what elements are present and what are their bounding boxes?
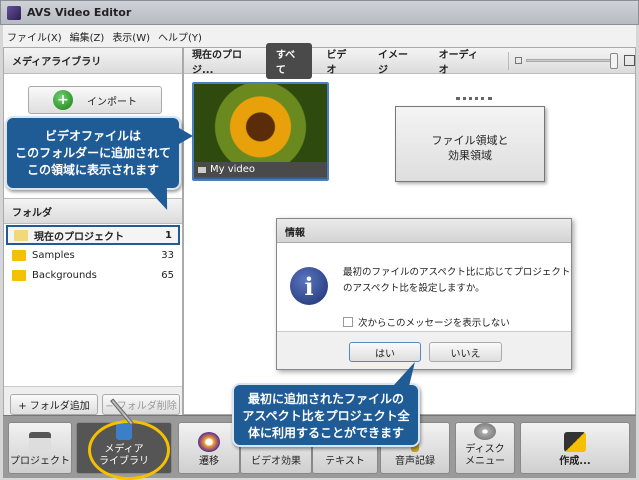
- video-thumbnail[interactable]: My video: [192, 82, 329, 181]
- current-project-label: 現在のプロジ...: [192, 49, 242, 76]
- annotation-note: ファイル領域と 効果領域: [395, 97, 545, 182]
- video-camera-icon: [198, 166, 206, 173]
- file-area-header: 現在のプロジ... すべて ビデオ イメージ オーディオ: [184, 42, 635, 79]
- create-arrow-icon: [564, 432, 586, 452]
- spiral-binding: [456, 97, 492, 113]
- tab-image[interactable]: イメージ: [368, 43, 425, 79]
- info-dialog: 情報 i 最初のファイルのアスペクト比に応じてプロジェクト のアスペクト比を設定…: [276, 218, 572, 370]
- large-thumbnail-icon: [624, 55, 635, 66]
- project-button[interactable]: プロジェクト: [8, 422, 72, 474]
- plus-icon: +: [53, 90, 73, 110]
- transition-swirl-icon: [198, 432, 220, 452]
- callout-line: このフォルダーに追加されて: [15, 146, 171, 160]
- no-button[interactable]: いいえ: [429, 342, 502, 362]
- callout-folder: ビデオファイルはこのフォルダーに追加されて この領域に表示されます: [5, 116, 181, 190]
- menu-view[interactable]: 表示(W): [112, 29, 150, 44]
- dialog-title: 情報: [277, 219, 571, 243]
- window-title: AVS Video Editor: [27, 6, 132, 19]
- folder-item-current-project[interactable]: 現在のプロジェクト 1: [6, 225, 180, 245]
- slider-handle[interactable]: [610, 53, 618, 69]
- callout-line: ビデオファイルは: [44, 129, 141, 143]
- folder-item[interactable]: Samples 33: [6, 245, 180, 265]
- checkbox[interactable]: [343, 317, 353, 327]
- yes-button[interactable]: はい: [349, 342, 421, 362]
- dialog-message: 最初のファイルのアスペクト比に応じてプロジェクト: [343, 267, 571, 278]
- folder-icon: [12, 249, 26, 261]
- small-thumbnail-icon: [515, 57, 522, 64]
- tab-video[interactable]: ビデオ: [316, 43, 364, 79]
- dont-show-checkbox-row[interactable]: 次からこのメッセージを表示しない: [343, 315, 510, 329]
- zoom-slider[interactable]: [526, 53, 618, 69]
- disc-icon: [474, 423, 496, 440]
- thumbnail-image: [194, 84, 327, 162]
- add-folder-button[interactable]: + フォルダ追加: [10, 394, 98, 415]
- info-icon: i: [290, 267, 328, 305]
- tab-all[interactable]: すべて: [265, 42, 313, 79]
- highlight-ring: [88, 420, 170, 480]
- title-bar: AVS Video Editor: [0, 0, 639, 25]
- panel-title: メディアライブラリ: [4, 48, 182, 74]
- transitions-button[interactable]: 遷移: [178, 422, 240, 474]
- app-icon: [7, 5, 21, 20]
- create-button[interactable]: 作成...: [520, 422, 630, 474]
- dialog-message: のアスペクト比を設定しますか。: [343, 283, 485, 294]
- menu-file[interactable]: ファイル(X): [7, 29, 62, 44]
- folder-icon: [12, 269, 26, 281]
- folder-item[interactable]: Backgrounds 65: [6, 265, 180, 285]
- callout-line: アスペクト比をプロジェクト全: [242, 409, 410, 423]
- callout-line: 最初に追加されたファイルの: [247, 392, 404, 406]
- callout-line: この領域に表示されます: [26, 163, 159, 177]
- tab-audio[interactable]: オーディオ: [429, 43, 494, 79]
- callout-tail: [179, 128, 193, 144]
- callout-aspect: 最初に追加されたファイルの アスペクト比をプロジェクト全 体に利用することができます: [232, 383, 420, 447]
- import-button[interactable]: + インポート: [28, 86, 162, 114]
- project-folder-icon: [14, 229, 28, 241]
- disc-menu-button[interactable]: ディスク メニュー: [455, 422, 515, 474]
- callout-line: 体に利用することができます: [247, 426, 404, 440]
- menu-help[interactable]: ヘルプ(Y): [158, 29, 202, 44]
- clapperboard-icon: [29, 432, 51, 452]
- menu-edit[interactable]: 編集(Z): [70, 29, 105, 44]
- media-library-panel: メディアライブラリ + インポート フォルダ 現在のプロジェクト 1 Sampl…: [3, 47, 183, 416]
